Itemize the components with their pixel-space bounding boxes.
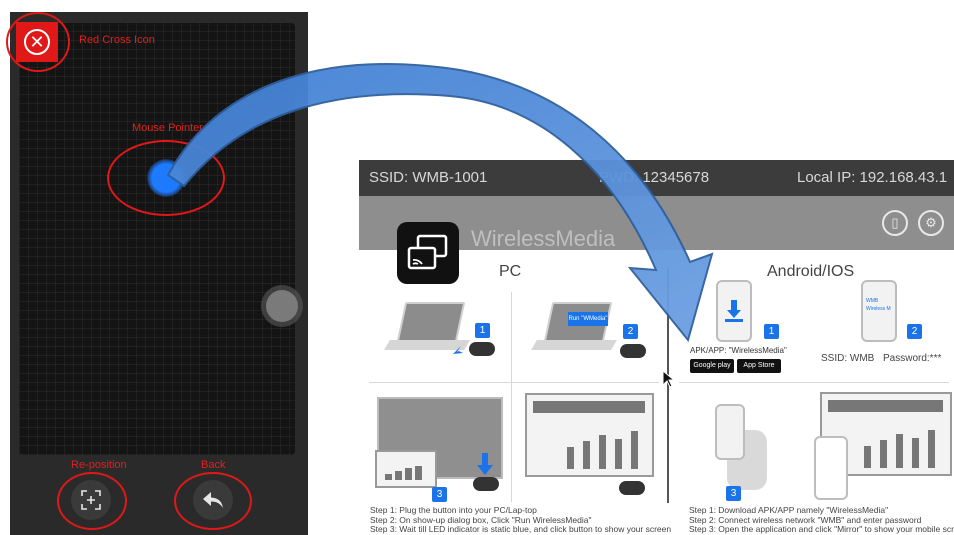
mouse-annotation-label: Mouse Pointer — [132, 122, 203, 134]
pc-step1-badge: 1 — [475, 323, 490, 338]
mobile-steps-text: Step 1: Download APK/APP namely "Wireles… — [689, 505, 954, 534]
pc-step3-badge: 3 — [432, 487, 447, 502]
touchpad-area[interactable] — [19, 23, 295, 455]
wifi-item-wmb: WMB — [866, 298, 879, 304]
google-play-badge[interactable]: Google play — [690, 359, 734, 373]
pc-step1-illustration — [384, 298, 495, 358]
cross-annotation-ring — [6, 12, 70, 72]
back-button[interactable] — [193, 480, 233, 520]
ssid-hint: SSID: WMB — [821, 353, 875, 364]
pc-step3-illustration — [375, 395, 505, 495]
mobile-step1-phone — [716, 280, 752, 342]
password-text: PWD: 12345678 — [599, 169, 710, 186]
cross-annotation-label: Red Cross Icon — [79, 34, 155, 46]
device-icon[interactable]: ▯ — [882, 210, 908, 236]
mouse-cursor-icon — [662, 370, 674, 388]
mobile-step4-illustration — [814, 392, 954, 502]
mobile-step1-badge: 1 — [764, 324, 779, 339]
pc-heading: PC — [499, 263, 522, 280]
app-store-badge[interactable]: App Store — [737, 359, 781, 373]
pc-step2-illustration: Run "WMedia" — [531, 298, 646, 362]
back-arrow-icon — [203, 492, 223, 508]
mobile-heading: Android/IOS — [767, 263, 855, 280]
gear-icon[interactable]: ⚙ — [918, 210, 944, 236]
pc-steps-text: Step 1: Plug the button into your PC/Lap… — [370, 505, 672, 534]
pc-divider-h — [369, 382, 659, 383]
ssid-text: SSID: WMB-1001 — [369, 169, 488, 186]
status-bar: SSID: WMB-1001 PWD: 12345678 Local IP: 1… — [359, 160, 954, 196]
reposition-icon — [81, 490, 101, 510]
pc-step4-illustration — [519, 393, 659, 495]
run-wmedia-popup: Run "WMedia" — [568, 312, 608, 326]
pc-divider-v — [511, 292, 512, 502]
mobile-step2-badge: 2 — [907, 324, 922, 339]
reposition-annotation-label: Re-position — [71, 459, 127, 471]
mouse-pointer-dot[interactable] — [147, 159, 185, 197]
password-hint: Password:*** — [883, 353, 942, 364]
mobile-step2-phone: WMB Wireless M — [861, 280, 897, 342]
reposition-button[interactable] — [71, 480, 111, 520]
screen-mirror-icon — [397, 222, 459, 284]
pc-step2-badge: 2 — [623, 324, 638, 339]
back-annotation-label: Back — [201, 459, 226, 471]
mobile-step3-illustration — [709, 400, 769, 495]
wirelessmedia-app-screenshot: SSID: WMB-1001 PWD: 12345678 Local IP: 1… — [359, 160, 954, 535]
mobile-divider-h — [679, 382, 949, 383]
drag-handle[interactable] — [266, 290, 298, 322]
mobile-step3-badge: 3 — [726, 486, 741, 501]
local-ip-text: Local IP: 192.168.43.1 — [797, 169, 948, 186]
app-title: WirelessMedia — [471, 226, 616, 251]
apk-label: APK/APP: "WirelessMedia" — [690, 346, 787, 355]
wifi-item-wireless: Wireless M — [866, 306, 891, 312]
